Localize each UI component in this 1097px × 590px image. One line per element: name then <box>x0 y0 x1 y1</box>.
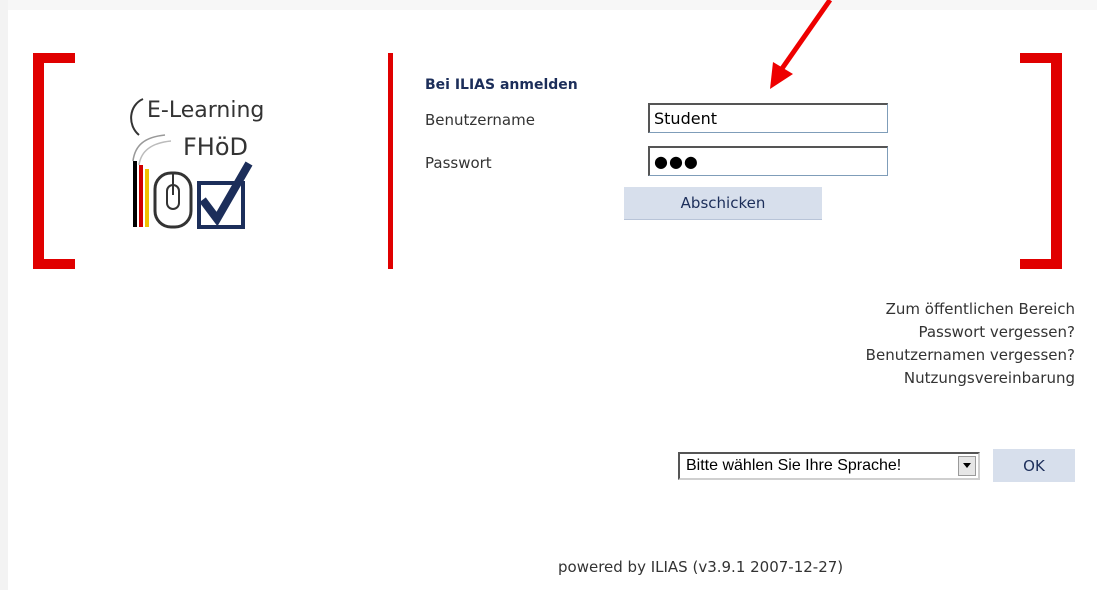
submit-button[interactable]: Abschicken <box>624 187 822 220</box>
logo-text-line2: FHöD <box>183 133 248 161</box>
left-bracket-decoration <box>33 53 75 269</box>
right-bracket-decoration <box>1020 53 1062 269</box>
password-input[interactable] <box>648 146 888 176</box>
vertical-divider <box>388 53 393 269</box>
left-gutter <box>0 0 8 590</box>
elearning-logo: E-Learning FHöD <box>125 95 295 235</box>
login-title: Bei ILIAS anmelden <box>425 77 578 93</box>
language-ok-button[interactable]: OK <box>993 449 1075 482</box>
login-page: E-Learning FHöD Bei ILIAS anmelden Benut… <box>0 0 1097 590</box>
terms-link[interactable]: Nutzungsvereinbarung <box>866 367 1075 390</box>
chevron-down-icon[interactable] <box>958 456 976 476</box>
logo-text-line1: E-Learning <box>147 98 264 123</box>
checkbox-check-icon <box>197 161 253 229</box>
top-band <box>0 0 1097 10</box>
language-select[interactable]: Bitte wählen Sie Ihre Sprache! <box>678 452 980 480</box>
forgot-username-link[interactable]: Benutzernamen vergessen? <box>866 344 1075 367</box>
help-links: Zum öffentlichen Bereich Passwort verges… <box>866 298 1075 390</box>
mouse-icon <box>153 171 193 229</box>
public-area-link[interactable]: Zum öffentlichen Bereich <box>866 298 1075 321</box>
password-label: Passwort <box>425 154 492 172</box>
logo-graphic: E-Learning FHöD <box>130 98 264 229</box>
powered-by-footer: powered by ILIAS (v3.9.1 2007-12-27) <box>558 558 844 576</box>
username-label: Benutzername <box>425 111 535 129</box>
language-select-value: Bitte wählen Sie Ihre Sprache! <box>686 457 902 474</box>
forgot-password-link[interactable]: Passwort vergessen? <box>866 321 1075 344</box>
username-input[interactable] <box>648 103 888 133</box>
